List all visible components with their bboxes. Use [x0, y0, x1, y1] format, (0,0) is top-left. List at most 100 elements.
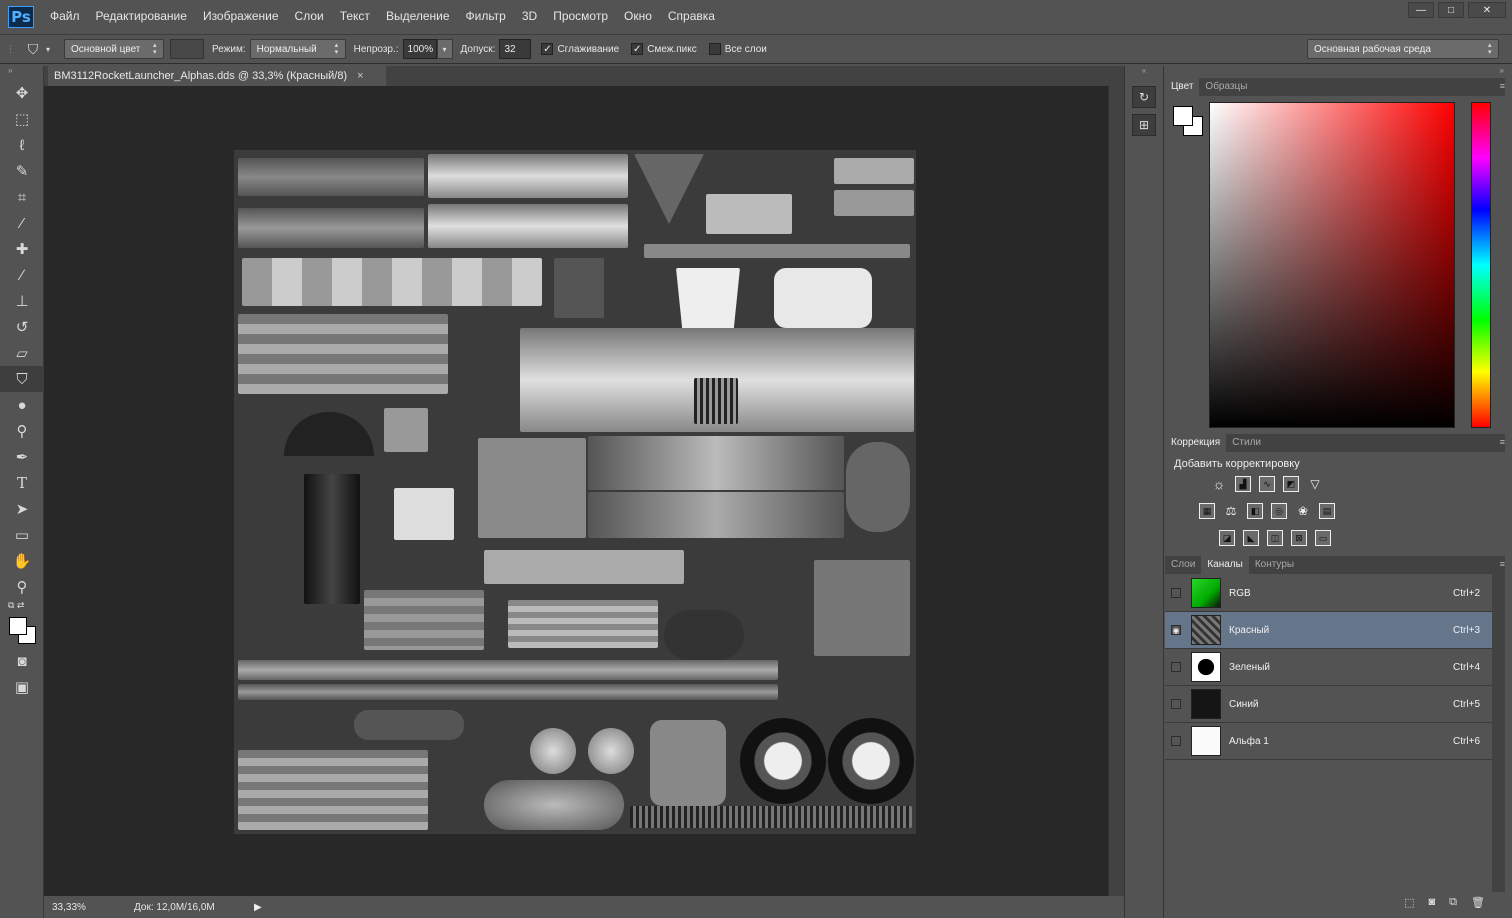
visibility-toggle-icon[interactable]	[1171, 699, 1181, 709]
marquee-tool-icon[interactable]: ⬚	[0, 106, 44, 132]
antialias-checkbox[interactable]: ✓	[541, 43, 554, 55]
quick-mask-icon[interactable]: ◙	[0, 648, 44, 674]
gradient-map-icon[interactable]: ⊠	[1291, 530, 1307, 546]
screen-mode-icon[interactable]: ▣	[0, 674, 44, 700]
canvas-vertical-scrollbar[interactable]	[1108, 86, 1124, 896]
hand-tool-icon[interactable]: ✋	[0, 548, 44, 574]
adjustments-panel-menu-icon[interactable]: ≡	[1500, 437, 1505, 447]
menu-edit[interactable]: Редактирование	[88, 0, 195, 33]
history-panel-icon[interactable]: ↻	[1132, 86, 1156, 108]
color-lookup-icon[interactable]: ▤	[1319, 503, 1335, 519]
close-tab-icon[interactable]: ×	[357, 70, 363, 82]
channel-row-alpha[interactable]: Альфа 1 Ctrl+6	[1165, 723, 1492, 760]
menu-image[interactable]: Изображение	[195, 0, 287, 33]
exposure-icon[interactable]: ◩	[1283, 476, 1299, 492]
load-selection-icon[interactable]: ⬚	[1404, 896, 1414, 909]
canvas-area[interactable]	[44, 86, 1108, 896]
tab-paths[interactable]: Контуры	[1249, 556, 1300, 574]
channel-row-blue[interactable]: Синий Ctrl+5	[1165, 686, 1492, 723]
color-balance-icon[interactable]: ⚖	[1223, 503, 1239, 519]
menu-window[interactable]: Окно	[616, 0, 660, 33]
minimize-button[interactable]: —	[1408, 2, 1434, 18]
tolerance-input[interactable]: 32	[499, 39, 532, 59]
properties-panel-icon[interactable]: ⊞	[1132, 114, 1156, 136]
blur-tool-icon[interactable]: ●	[0, 392, 44, 418]
opacity-input[interactable]: 100%	[402, 39, 437, 59]
eyedropper-tool-icon[interactable]: ⁄	[0, 210, 44, 236]
opacity-dropdown-button[interactable]: ▾	[436, 39, 453, 59]
channel-mixer-icon[interactable]: ❀	[1295, 503, 1311, 519]
eraser-tool-icon[interactable]: ▱	[0, 340, 44, 366]
path-select-tool-icon[interactable]: ➤	[0, 496, 44, 522]
tab-color[interactable]: Цвет	[1165, 78, 1200, 96]
new-channel-icon[interactable]: ⧉	[1449, 896, 1457, 909]
toolbar-collapse-icon[interactable]: »	[0, 66, 43, 80]
hue-saturation-icon[interactable]: ▦	[1199, 503, 1215, 519]
zoom-level[interactable]: 33,33%	[44, 902, 104, 913]
channel-row-rgb[interactable]: RGB Ctrl+2	[1165, 575, 1492, 612]
visibility-toggle-icon[interactable]	[1171, 736, 1181, 746]
texture-image[interactable]	[234, 150, 916, 834]
visibility-toggle-icon[interactable]	[1171, 662, 1181, 672]
curves-icon[interactable]: ∿	[1259, 476, 1275, 492]
close-button[interactable]: ✕	[1468, 2, 1506, 18]
clone-stamp-tool-icon[interactable]: ⊥	[0, 288, 44, 314]
mode-select[interactable]: Нормальный	[249, 39, 346, 59]
contiguous-checkbox[interactable]: ✓	[631, 43, 644, 55]
menu-select[interactable]: Выделение	[378, 0, 458, 33]
color-panel-menu-icon[interactable]: ≡	[1500, 81, 1505, 91]
move-tool-icon[interactable]: ✥	[0, 80, 44, 106]
visibility-eye-icon[interactable]: ◉	[1171, 625, 1181, 635]
channels-scrollbar[interactable]	[1492, 574, 1505, 892]
paint-bucket-preset-icon[interactable]: ⛉	[20, 38, 46, 60]
tab-styles[interactable]: Стили	[1226, 434, 1267, 452]
invert-icon[interactable]: ◪	[1219, 530, 1235, 546]
tab-channels[interactable]: Каналы	[1201, 556, 1249, 574]
workspace-select[interactable]: Основная рабочая среда	[1307, 39, 1499, 59]
menu-view[interactable]: Просмотр	[545, 0, 616, 33]
color-field[interactable]	[1209, 102, 1455, 428]
channel-row-red[interactable]: ◉ Красный Ctrl+3	[1165, 612, 1492, 649]
posterize-icon[interactable]: ◣	[1243, 530, 1259, 546]
default-colors-icon[interactable]: ⧉ ⇄	[0, 600, 43, 614]
menu-3d[interactable]: 3D	[514, 0, 545, 33]
channels-panel-menu-icon[interactable]: ≡	[1500, 559, 1505, 569]
delete-channel-icon[interactable]: 🗑	[1471, 896, 1485, 909]
menu-filter[interactable]: Фильтр	[458, 0, 514, 33]
lasso-tool-icon[interactable]: ℓ	[0, 132, 44, 158]
right-panel-collapse-icon[interactable]: »	[1165, 66, 1512, 78]
tab-layers[interactable]: Слои	[1165, 556, 1201, 574]
zoom-tool-icon[interactable]: ⚲	[0, 574, 44, 600]
save-selection-icon[interactable]: ◙	[1429, 896, 1436, 908]
menu-file[interactable]: Файл	[42, 0, 88, 33]
foreground-color-swatch[interactable]	[9, 617, 27, 635]
tab-adjustments[interactable]: Коррекция	[1165, 434, 1227, 452]
pattern-picker[interactable]	[170, 39, 205, 59]
visibility-toggle-icon[interactable]	[1171, 588, 1181, 598]
vibrance-icon[interactable]: ▽	[1307, 476, 1323, 492]
photo-filter-icon[interactable]: ◎	[1271, 503, 1287, 519]
menu-layers[interactable]: Слои	[287, 0, 332, 33]
quick-select-tool-icon[interactable]: ✎	[0, 158, 44, 184]
all-layers-checkbox[interactable]	[708, 43, 721, 55]
selective-color-icon[interactable]: ▭	[1315, 530, 1331, 546]
maximize-button[interactable]: □	[1438, 2, 1464, 18]
type-tool-icon[interactable]: T	[0, 470, 44, 496]
panel-collapse-icon[interactable]: «	[1125, 66, 1163, 80]
tab-swatches[interactable]: Образцы	[1199, 78, 1253, 96]
preset-dropdown-arrow[interactable]: ▾	[46, 45, 50, 54]
pen-tool-icon[interactable]: ✒	[0, 444, 44, 470]
history-brush-tool-icon[interactable]: ↺	[0, 314, 44, 340]
dodge-tool-icon[interactable]: ⚲	[0, 418, 44, 444]
status-menu-arrow-icon[interactable]: ▶	[254, 902, 262, 913]
document-tab[interactable]: BM3112RocketLauncher_Alphas.dds @ 33,3% …	[48, 66, 386, 86]
threshold-icon[interactable]: ◫	[1267, 530, 1283, 546]
color-swatches[interactable]	[0, 614, 43, 648]
paint-bucket-tool-icon[interactable]: ⛉	[0, 366, 44, 392]
brush-tool-icon[interactable]: ∕	[0, 262, 44, 288]
levels-icon[interactable]: ▟	[1235, 476, 1251, 492]
foreground-color-swatch[interactable]	[1173, 106, 1193, 126]
black-white-icon[interactable]: ◧	[1247, 503, 1263, 519]
hue-slider[interactable]	[1471, 102, 1491, 428]
crop-tool-icon[interactable]: ⌗	[0, 184, 44, 210]
